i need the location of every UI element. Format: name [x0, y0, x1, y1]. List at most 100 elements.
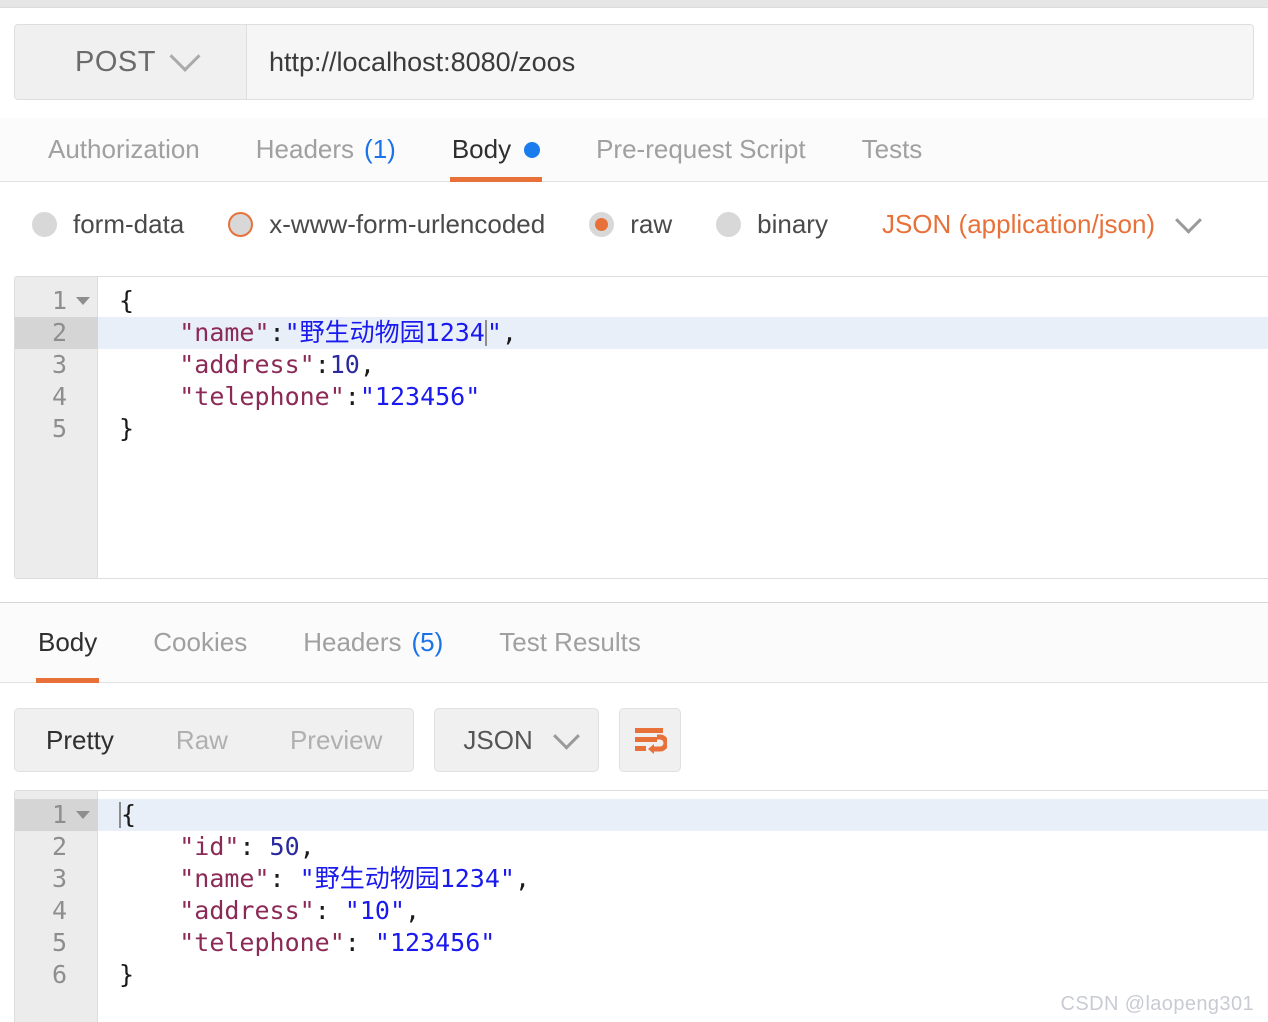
token-pun: :: [344, 928, 375, 957]
http-method-select[interactable]: POST: [15, 25, 247, 99]
response-editor-code[interactable]: 1 {2 "id": 50, 3 "name": "野生动物园1234", 4 "ad…: [15, 791, 1268, 1022]
token-num: 50: [269, 832, 300, 861]
watermark: CSDN @laopeng301: [1060, 993, 1254, 1015]
token-str: "123456": [374, 928, 496, 957]
tab-label: Headers: [303, 627, 402, 657]
token-key: "name": [179, 864, 270, 893]
response-view-mode-group: Pretty Raw Preview: [14, 708, 415, 772]
response-line-number: 6: [51, 960, 67, 989]
tab-headers[interactable]: Headers (1): [228, 118, 424, 182]
token-pun: ,: [514, 864, 531, 893]
response-tab-headers[interactable]: Headers (5): [275, 603, 471, 683]
token-pun: [119, 864, 179, 893]
active-line-highlight: [15, 799, 1268, 831]
postman-window: POST http://localhost:8080/zoos Authoriz…: [0, 0, 1268, 1022]
request-tabs: Authorization Headers (1) Body Pre-request S…: [0, 118, 1268, 182]
response-tab-body[interactable]: Body: [10, 603, 125, 683]
token-pun: :: [314, 896, 345, 925]
request-line-number: 5: [51, 414, 67, 443]
tab-label: Tests: [861, 134, 923, 164]
word-wrap-button[interactable]: [618, 708, 681, 772]
response-code-line: "telephone": "123456": [119, 927, 495, 959]
tab-label: Authorization: [48, 134, 200, 164]
word-wrap-icon: [634, 728, 667, 754]
token-pun: }: [119, 960, 135, 989]
token-str: "123456": [359, 382, 481, 411]
view-mode-raw[interactable]: Raw: [145, 709, 259, 771]
response-tab-test-results[interactable]: Test Results: [471, 603, 669, 683]
request-url-input[interactable]: http://localhost:8080/zoos: [247, 25, 1253, 99]
http-method-label: POST: [75, 45, 156, 78]
token-pun: ,: [299, 832, 315, 861]
radio-binary[interactable]: [716, 211, 742, 237]
token-pun: ,: [359, 350, 375, 379]
window-top-strip: [0, 0, 1268, 8]
token-key: "name": [179, 318, 270, 347]
token-pun: :: [269, 864, 300, 893]
request-code-line: "name":"野生动物园1234",: [119, 317, 517, 349]
pane-gap: [0, 580, 1268, 602]
fold-triangle-icon[interactable]: [76, 297, 90, 305]
request-line-number: 1: [15, 285, 98, 317]
token-key: "address": [179, 350, 315, 379]
request-code-line: }: [119, 413, 134, 445]
body-type-label: x-www-form-urlencoded: [269, 208, 546, 239]
tab-label: Body: [451, 134, 512, 164]
body-type-raw[interactable]: raw: [589, 209, 672, 240]
chevron-down-icon: [169, 40, 201, 72]
token-pun: [119, 382, 179, 411]
request-body-editor[interactable]: 1{2 "name":"野生动物园1234", 3 "address":10, 4 …: [14, 276, 1268, 579]
fold-triangle-icon[interactable]: [76, 811, 90, 819]
token-num: 10: [329, 350, 360, 379]
token-str: ": [486, 318, 502, 347]
body-type-x-www-form-urlencoded[interactable]: x-www-form-urlencoded: [228, 209, 545, 240]
tab-tests[interactable]: Tests: [834, 118, 951, 182]
body-type-label: form-data: [73, 208, 185, 239]
token-pun: [119, 832, 179, 861]
response-line-number: 2: [51, 832, 67, 861]
response-code-line: "name": "野生动物园1234",: [119, 863, 530, 895]
tab-label: Cookies: [153, 627, 248, 657]
radio-raw[interactable]: [589, 211, 615, 237]
token-str: "野生动物园1234": [299, 864, 515, 893]
radio-form-data[interactable]: [32, 211, 57, 237]
token-pun: :: [344, 382, 360, 411]
tab-body[interactable]: Body: [424, 118, 568, 182]
radio-x-www-form-urlencoded[interactable]: [228, 211, 254, 237]
token-pun: ,: [405, 896, 421, 925]
response-code-line: {: [119, 799, 136, 831]
body-type-form-data[interactable]: form-data: [32, 209, 184, 240]
request-code-line: "telephone":"123456": [119, 381, 480, 413]
tab-count-badge: (5): [411, 627, 444, 657]
token-pun: }: [119, 414, 135, 443]
response-format-select[interactable]: JSON: [434, 708, 599, 772]
response-code-line: "address": "10",: [119, 895, 420, 927]
token-pun: [119, 896, 179, 925]
token-pun: ,: [501, 318, 517, 347]
request-code-line: "address":10,: [119, 349, 375, 381]
tab-pre-request-script[interactable]: Pre-request Script: [568, 118, 834, 182]
body-type-binary[interactable]: binary: [716, 209, 828, 240]
token-key: "id": [179, 832, 240, 861]
unsaved-dot-icon: [524, 141, 541, 158]
view-mode-preview[interactable]: Preview: [259, 709, 413, 771]
response-line-number: 3: [51, 864, 67, 893]
response-line-number: 5: [51, 928, 67, 957]
request-editor-code[interactable]: 1{2 "name":"野生动物园1234", 3 "address":10, 4 …: [15, 277, 1268, 578]
request-line-number: 4: [51, 382, 67, 411]
chevron-down-icon: [552, 722, 580, 750]
response-code-line: "id": 50,: [119, 831, 315, 863]
view-mode-pretty[interactable]: Pretty: [15, 709, 145, 771]
token-pun: [119, 928, 179, 957]
content-type-label: JSON (application/json): [881, 208, 1156, 239]
response-line-number: 4: [51, 896, 67, 925]
request-line-number: 3: [51, 350, 67, 379]
token-pun: {: [119, 286, 135, 315]
response-body-editor[interactable]: 1 {2 "id": 50, 3 "name": "野生动物园1234", 4 "ad…: [14, 790, 1268, 1022]
request-line-number: 2: [51, 318, 67, 347]
content-type-select[interactable]: JSON (application/json): [881, 206, 1203, 240]
tab-authorization[interactable]: Authorization: [20, 118, 228, 182]
tab-label: Test Results: [499, 627, 641, 657]
response-format-label: JSON: [463, 724, 533, 755]
response-tab-cookies[interactable]: Cookies: [125, 603, 275, 683]
